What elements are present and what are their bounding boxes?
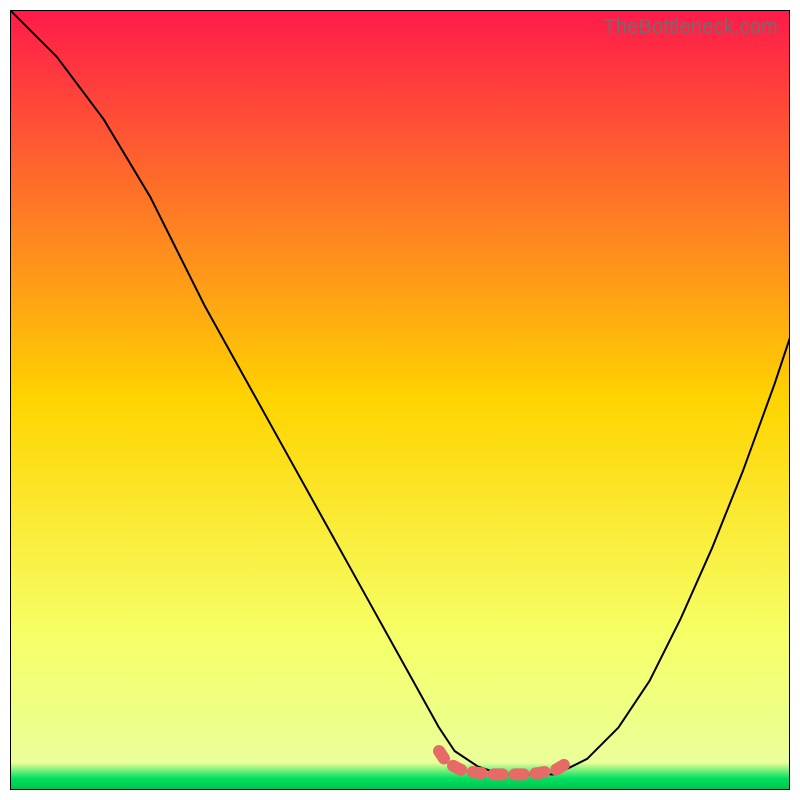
bottleneck-chart: TheBottleneck.com	[10, 10, 790, 790]
chart-background	[10, 10, 790, 790]
watermark-text: TheBottleneck.com	[603, 16, 778, 39]
chart-svg	[10, 10, 790, 790]
